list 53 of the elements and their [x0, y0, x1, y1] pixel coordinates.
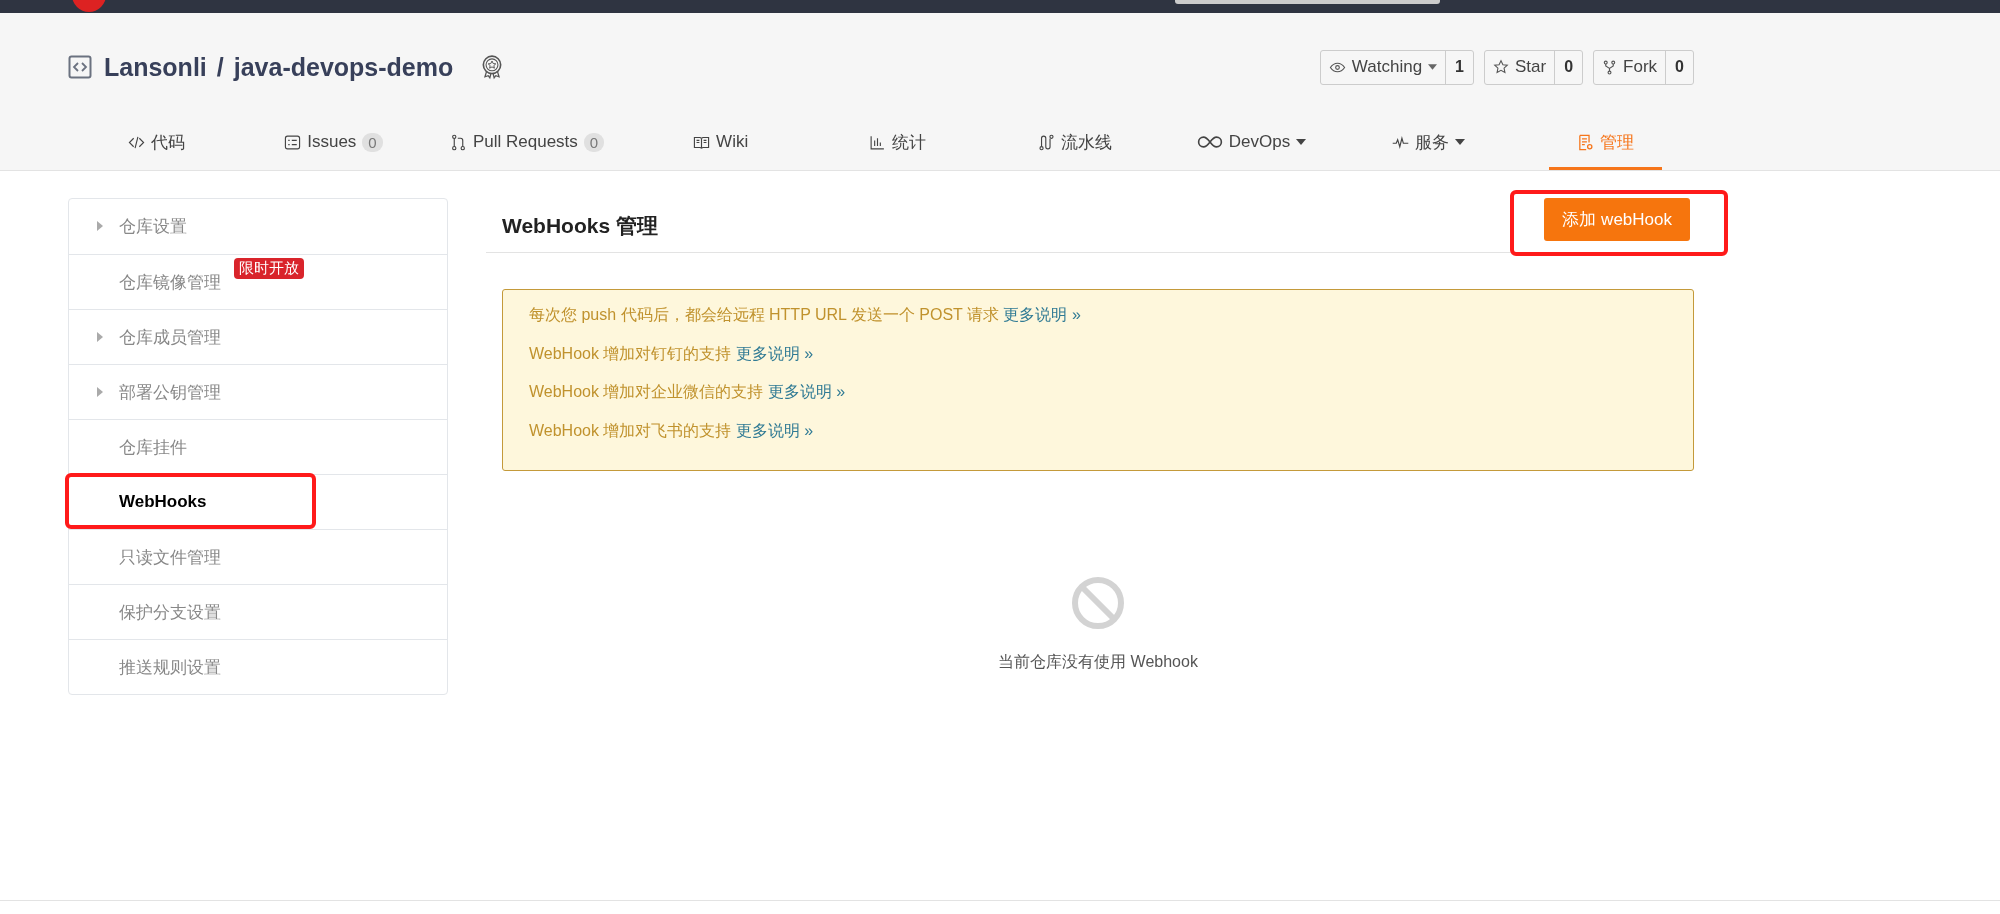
notice-text: WebHook 增加对钉钉的支持 更多说明 »: [529, 343, 815, 364]
nav-tab[interactable]: 服务: [1364, 117, 1494, 170]
code-repo-icon: [68, 55, 92, 79]
star-count[interactable]: 0: [1555, 50, 1583, 84]
fork-button[interactable]: Fork: [1594, 50, 1667, 84]
empty-state-message: 当前仓库没有使用 Webhook: [998, 652, 1198, 672]
sidebar-item[interactable]: 保护分支设置: [69, 584, 447, 639]
more-info-link[interactable]: 更多说明 »: [1003, 306, 1081, 323]
document-icon: [1577, 133, 1594, 151]
infinity-icon: [1196, 135, 1223, 149]
sidebar-item[interactable]: 推送规则设置: [69, 639, 447, 694]
fork-icon: [1602, 59, 1618, 75]
notice-text: WebHook 增加对飞书的支持 更多说明 »: [529, 420, 815, 441]
nav-tab[interactable]: 代码: [100, 117, 213, 170]
watch-count[interactable]: 1: [1446, 50, 1473, 84]
sidebar-item[interactable]: 部署公钥管理: [69, 364, 447, 419]
nav-tab[interactable]: Issues 0: [256, 117, 411, 170]
expand-arrow-icon: [97, 221, 103, 231]
no-entry-icon: [1071, 576, 1125, 630]
more-info-link[interactable]: 更多说明 »: [735, 344, 814, 362]
pull-request-icon: [449, 133, 467, 151]
nav-tab[interactable]: Pull Requests 0: [421, 117, 633, 170]
repo-owner-link[interactable]: Lansonli: [104, 52, 207, 82]
fork-count[interactable]: 0: [1666, 50, 1693, 84]
caret-icon: [1455, 139, 1466, 145]
nav-tab[interactable]: 流水线: [1009, 117, 1140, 170]
caret-icon: [1296, 139, 1307, 145]
notice-text: 每次您 push 代码后，都会给远程 HTTP URL 发送一个 POST 请求 更多说明 »: [529, 305, 1082, 325]
path-separator: /: [216, 52, 224, 82]
sidebar-item[interactable]: WebHooks: [69, 474, 447, 529]
more-info-link[interactable]: 更多说明 »: [767, 383, 846, 400]
caret-icon: [1428, 64, 1438, 70]
expand-arrow-icon: [97, 387, 103, 397]
bar-chart-icon: [869, 133, 887, 151]
sidebar-item[interactable]: 仓库成员管理: [69, 309, 447, 364]
nav-tab[interactable]: DevOps: [1168, 117, 1335, 170]
pipeline-icon: [1037, 133, 1055, 151]
more-info-link[interactable]: 更多说明 »: [735, 421, 814, 439]
page-title: WebHooks 管理: [502, 213, 658, 239]
notice-text: WebHook 增加对企业微信的支持 更多说明 »: [529, 382, 847, 402]
checklist-icon: [284, 133, 302, 151]
nav-tab[interactable]: 统计: [841, 117, 955, 170]
sidebar-item[interactable]: 仓库镜像管理 限时开放: [69, 254, 447, 309]
star-icon: [1493, 59, 1509, 75]
sidebar-item[interactable]: 仓库挂件: [69, 419, 447, 474]
promo-badge: 限时开放: [234, 258, 304, 279]
watch-button[interactable]: Watching: [1320, 50, 1447, 84]
repo-name-link[interactable]: java-devops-demo: [233, 52, 454, 82]
expand-arrow-icon: [97, 332, 103, 342]
star-button[interactable]: Star: [1485, 50, 1556, 84]
sidebar-item[interactable]: 仓库设置: [69, 199, 447, 254]
sidebar-item[interactable]: 只读文件管理: [69, 529, 447, 584]
nav-tab[interactable]: Wiki: [665, 117, 777, 170]
